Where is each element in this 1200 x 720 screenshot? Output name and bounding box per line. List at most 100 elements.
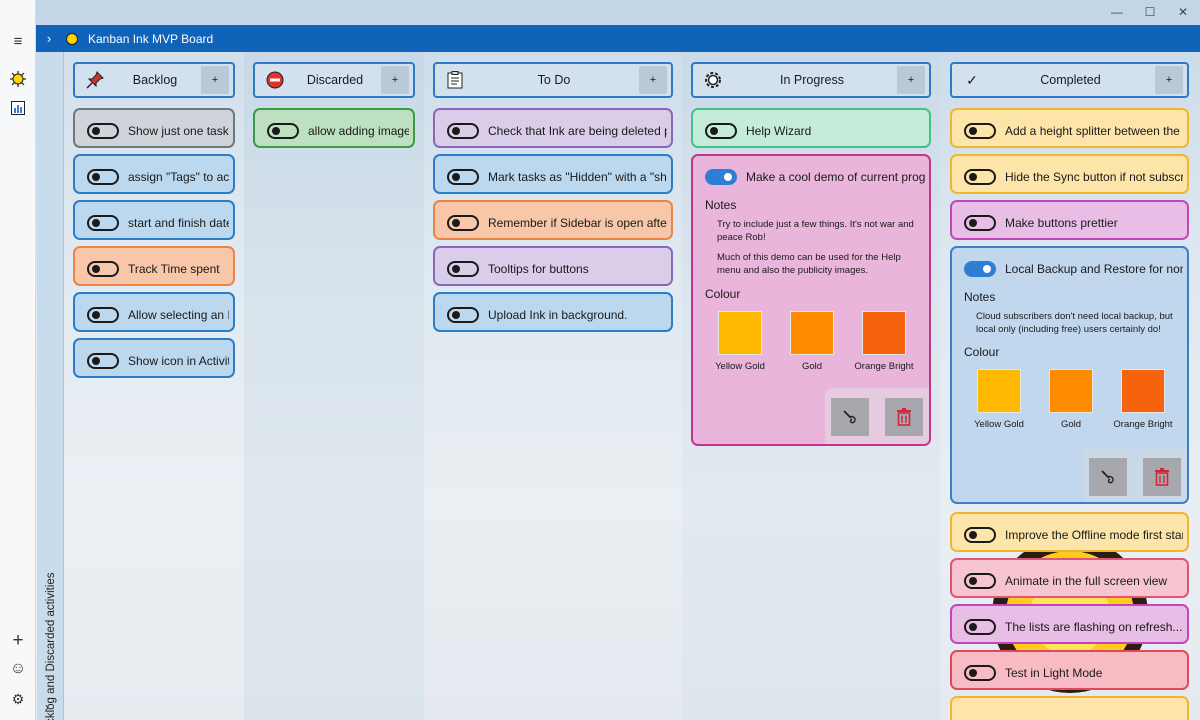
task-toggle[interactable] xyxy=(964,665,996,681)
task-card[interactable]: allow adding images xyxy=(253,108,415,148)
backlog-discarded-sidebar[interactable]: Backlog and Discarded activities › xyxy=(37,52,64,720)
task-card[interactable]: Add a height splitter between the ba xyxy=(950,108,1189,148)
gear-icon xyxy=(699,66,727,94)
task-title: assign "Tags" to acti xyxy=(128,170,229,184)
task-toggle[interactable] xyxy=(87,261,119,277)
colour-label: Colour xyxy=(705,287,741,301)
task-toggle[interactable] xyxy=(964,527,996,543)
task-card[interactable]: Test in Light Mode xyxy=(950,650,1189,690)
add-todo-button[interactable]: + xyxy=(639,66,667,94)
completed-title: Completed xyxy=(1040,73,1101,87)
task-card[interactable]: Remember if Sidebar is open after na xyxy=(433,200,673,240)
task-card[interactable]: Allow selecting an Ic xyxy=(73,292,235,332)
task-card[interactable]: Help Wizard xyxy=(691,108,931,148)
task-toggle[interactable] xyxy=(87,307,119,323)
task-title: Upload Ink in background. xyxy=(488,308,628,322)
task-toggle[interactable] xyxy=(964,619,996,635)
colour-swatch[interactable] xyxy=(977,369,1021,413)
task-toggle[interactable] xyxy=(964,573,996,589)
notes-label: Notes xyxy=(964,290,996,304)
task-title: Mark tasks as "Hidden" with a "show xyxy=(488,170,667,184)
close-button[interactable]: ✕ xyxy=(1168,0,1198,24)
add-board-icon[interactable]: + xyxy=(6,629,30,653)
colour-swatch[interactable] xyxy=(790,311,834,355)
settings-gear-icon[interactable]: ⚙ xyxy=(6,687,30,711)
task-toggle[interactable] xyxy=(964,261,996,277)
sidebar-chevron-icon[interactable]: › xyxy=(45,700,49,714)
left-rail: ≡ + ☺ ⚙ xyxy=(0,0,36,720)
task-card[interactable]: Make buttons prettier xyxy=(950,200,1189,240)
task-toggle[interactable] xyxy=(87,215,119,231)
task-toggle[interactable] xyxy=(964,169,996,185)
task-toggle[interactable] xyxy=(447,261,479,277)
task-card[interactable]: Upload Ink in background. xyxy=(433,292,673,332)
colour-swatch[interactable] xyxy=(1049,369,1093,413)
task-title: Hide the Sync button if not subscribe xyxy=(1005,170,1183,184)
hamburger-menu-icon[interactable]: ≡ xyxy=(6,29,30,53)
task-toggle[interactable] xyxy=(447,169,479,185)
swatch-label: Orange Bright xyxy=(1113,419,1173,430)
task-card[interactable]: Show icon in Activity xyxy=(73,338,235,378)
task-title: The lists are flashing on refresh... fix… xyxy=(1005,620,1183,634)
task-title: Remember if Sidebar is open after na xyxy=(488,216,667,230)
clipboard-icon xyxy=(441,66,469,94)
task-toggle[interactable] xyxy=(87,353,119,369)
minimize-button[interactable]: — xyxy=(1102,0,1132,24)
todo-header: To Do + xyxy=(433,62,673,98)
add-completed-button[interactable]: + xyxy=(1155,66,1183,94)
task-toggle[interactable] xyxy=(447,215,479,231)
colour-swatch[interactable] xyxy=(862,311,906,355)
task-title: allow adding images xyxy=(308,124,409,138)
task-title: Make buttons prettier xyxy=(1005,216,1118,230)
task-card-expanded[interactable]: Local Backup and Restore for non clc Not… xyxy=(950,246,1189,504)
task-toggle[interactable] xyxy=(87,123,119,139)
task-card[interactable]: Hide the Sync button if not subscribe xyxy=(950,154,1189,194)
delete-trash-icon[interactable] xyxy=(885,398,923,436)
sun-icon xyxy=(66,32,78,45)
task-title: start and finish dates xyxy=(128,216,229,230)
colour-swatch[interactable] xyxy=(1121,369,1165,413)
task-toggle[interactable] xyxy=(447,307,479,323)
expand-chevron-icon[interactable]: › xyxy=(36,31,62,46)
emoji-icon[interactable]: ☺ xyxy=(6,657,30,681)
task-toggle[interactable] xyxy=(87,169,119,185)
task-title: Track Time spent xyxy=(128,262,220,276)
task-card[interactable]: Mark tasks as "Hidden" with a "show xyxy=(433,154,673,194)
task-card[interactable]: Improve the Offline mode first start xyxy=(950,512,1189,552)
no-entry-icon xyxy=(261,66,289,94)
task-card[interactable]: Check that Ink are being deleted pro xyxy=(433,108,673,148)
colour-swatch[interactable] xyxy=(718,311,762,355)
discarded-header: Discarded + xyxy=(253,62,415,98)
task-card[interactable]: Animate in the full screen view xyxy=(950,558,1189,598)
ink-pen-button[interactable] xyxy=(831,398,869,436)
task-toggle[interactable] xyxy=(964,123,996,139)
add-discarded-button[interactable]: + xyxy=(381,66,409,94)
task-card[interactable]: Track Time spent xyxy=(73,246,235,286)
board-sun-icon[interactable] xyxy=(6,67,30,91)
task-toggle[interactable] xyxy=(447,123,479,139)
task-toggle[interactable] xyxy=(705,169,737,185)
task-card-partial[interactable] xyxy=(950,696,1189,720)
maximize-button[interactable]: ☐ xyxy=(1135,0,1165,24)
task-toggle[interactable] xyxy=(964,215,996,231)
task-card-expanded[interactable]: Make a cool demo of current progres Note… xyxy=(691,154,931,446)
task-card[interactable]: Show just one task c xyxy=(73,108,235,148)
task-card[interactable]: Tooltips for buttons xyxy=(433,246,673,286)
add-inprogress-button[interactable]: + xyxy=(897,66,925,94)
colour-label: Colour xyxy=(964,345,1000,359)
delete-trash-icon[interactable] xyxy=(1143,458,1181,496)
task-toggle[interactable] xyxy=(705,123,737,139)
backlog-title: Backlog xyxy=(132,73,178,87)
chart-icon[interactable] xyxy=(6,96,30,120)
task-card[interactable]: start and finish dates xyxy=(73,200,235,240)
task-title: Local Backup and Restore for non clc xyxy=(1005,262,1183,276)
swatch-label: Gold xyxy=(801,361,823,372)
add-backlog-button[interactable]: + xyxy=(201,66,229,94)
task-title: Make a cool demo of current progres xyxy=(746,170,925,184)
task-toggle[interactable] xyxy=(267,123,299,139)
task-card[interactable]: assign "Tags" to acti xyxy=(73,154,235,194)
task-card[interactable]: The lists are flashing on refresh... fix… xyxy=(950,604,1189,644)
notes-text: Try to include just a few things. It's n… xyxy=(717,219,914,243)
ink-pen-button[interactable] xyxy=(1089,458,1127,496)
task-title: Check that Ink are being deleted pro xyxy=(488,124,667,138)
